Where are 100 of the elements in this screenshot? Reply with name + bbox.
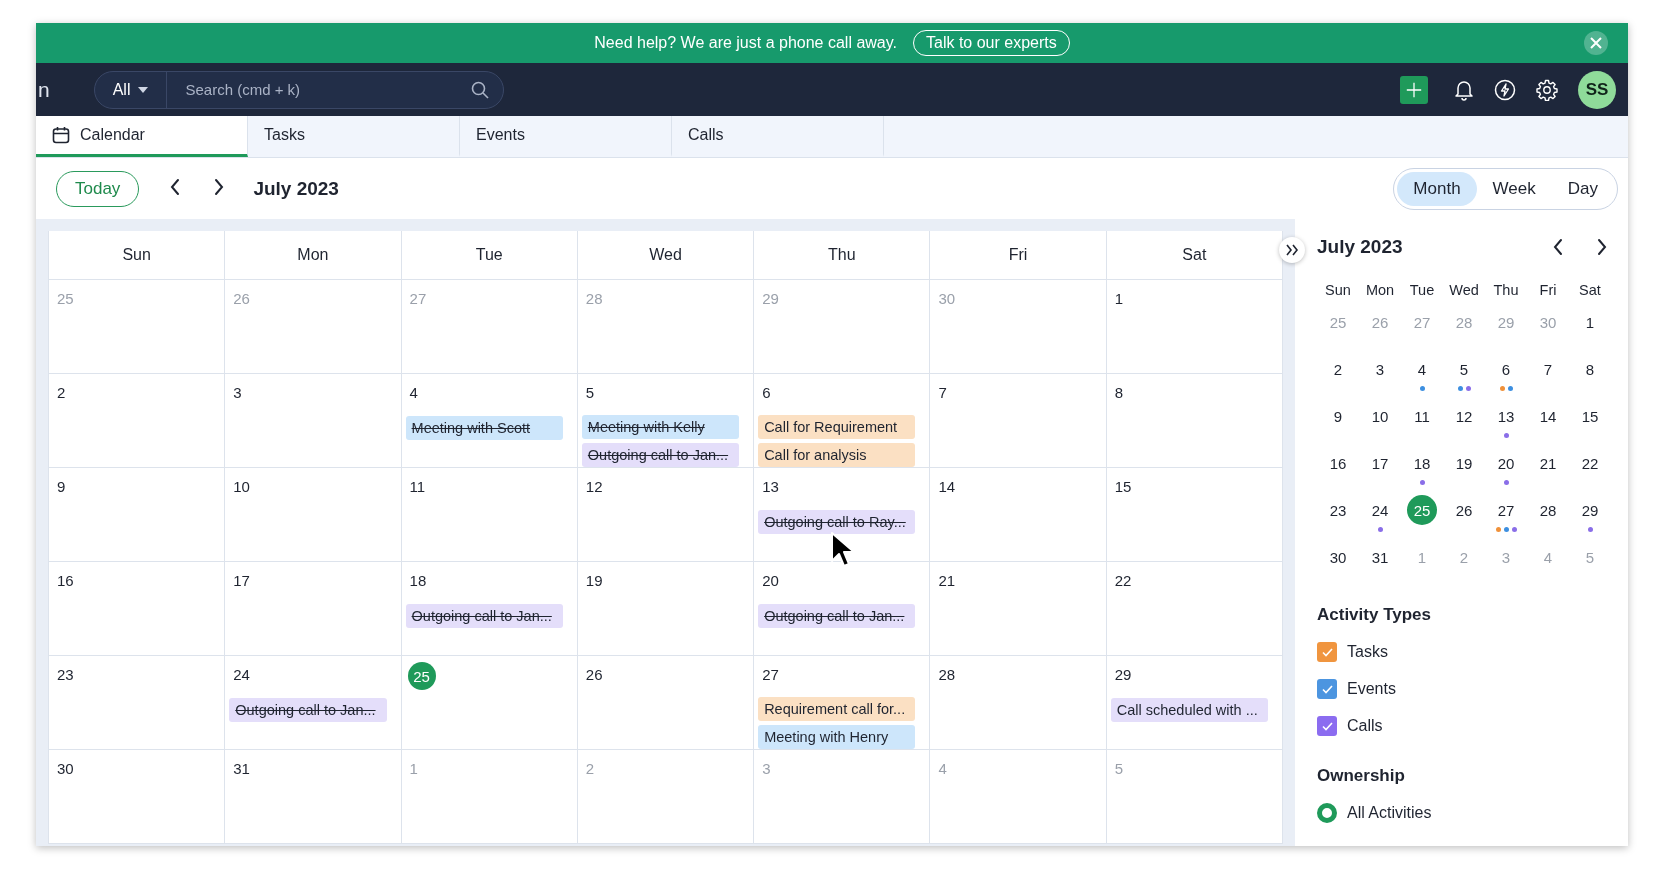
- today-button[interactable]: Today: [56, 170, 140, 207]
- calendar-event[interactable]: Meeting with Scott: [405, 416, 563, 440]
- mini-day[interactable]: 11: [1407, 401, 1437, 431]
- day-number[interactable]: 30: [57, 760, 74, 780]
- day-number[interactable]: 23: [57, 666, 74, 686]
- mini-day[interactable]: 17: [1365, 448, 1395, 478]
- mini-day[interactable]: 7: [1533, 354, 1563, 384]
- day-number[interactable]: 31: [233, 760, 250, 780]
- mini-day[interactable]: 8: [1575, 354, 1605, 384]
- mini-day[interactable]: 1: [1575, 307, 1605, 337]
- day-number[interactable]: 20: [762, 572, 779, 592]
- close-banner-button[interactable]: [1584, 31, 1608, 55]
- mini-day[interactable]: 25: [1407, 495, 1437, 525]
- view-option[interactable]: Day: [1551, 171, 1614, 206]
- day-number[interactable]: 26: [585, 666, 603, 686]
- day-number[interactable]: 16: [57, 572, 74, 592]
- mini-day[interactable]: 18: [1407, 448, 1437, 478]
- day-number[interactable]: 25: [407, 662, 436, 690]
- day-number[interactable]: 3: [233, 384, 242, 404]
- day-number[interactable]: 13: [762, 478, 779, 498]
- mini-day[interactable]: 6: [1491, 354, 1521, 384]
- mini-day[interactable]: 9: [1323, 401, 1353, 431]
- day-number[interactable]: 29: [1114, 666, 1132, 686]
- day-number[interactable]: 18: [409, 572, 427, 592]
- mini-day[interactable]: 31: [1365, 542, 1395, 572]
- checkbox[interactable]: [1317, 716, 1337, 736]
- day-number[interactable]: 1: [1114, 290, 1124, 310]
- mini-day[interactable]: 12: [1449, 401, 1479, 431]
- add-button[interactable]: [1400, 75, 1428, 104]
- mini-day[interactable]: 14: [1533, 401, 1563, 431]
- logo-text: n: [38, 77, 50, 102]
- day-number[interactable]: 28: [938, 666, 956, 686]
- day-number[interactable]: 12: [585, 478, 603, 498]
- day-number[interactable]: 15: [1114, 478, 1132, 498]
- day-number[interactable]: 4: [409, 384, 418, 404]
- settings-icon: [1536, 78, 1558, 101]
- mini-day[interactable]: 22: [1575, 448, 1605, 478]
- search-icon[interactable]: [470, 80, 489, 99]
- tab[interactable]: Calls: [672, 116, 884, 157]
- radio-button[interactable]: [1317, 803, 1337, 823]
- mini-day[interactable]: 23: [1323, 495, 1353, 525]
- calendar-event[interactable]: Requirement call for...: [758, 697, 916, 721]
- calendar-event[interactable]: Outgoing call to Jan...: [758, 604, 916, 628]
- mini-day[interactable]: 24: [1365, 495, 1395, 525]
- day-number[interactable]: 21: [938, 572, 956, 592]
- calendar-event[interactable]: Outgoing call to Jan...: [581, 443, 740, 467]
- search-bar[interactable]: All Search (cmd + k): [93, 70, 504, 109]
- calendar-event[interactable]: Outgoing call to Jan...: [229, 698, 387, 722]
- mini-day[interactable]: 5: [1449, 354, 1479, 384]
- mini-day[interactable]: 27: [1491, 495, 1521, 525]
- tab[interactable]: Calendar: [36, 116, 248, 157]
- checkbox[interactable]: [1317, 642, 1337, 662]
- user-avatar[interactable]: SS: [1578, 70, 1616, 109]
- calendar-event[interactable]: Call scheduled with ...: [1110, 698, 1268, 722]
- mini-day[interactable]: 13: [1491, 401, 1521, 431]
- calendar-event[interactable]: Call for analysis: [758, 443, 916, 467]
- view-option[interactable]: Week: [1476, 171, 1552, 206]
- weekday-label: Sat: [1578, 281, 1602, 300]
- settings-button[interactable]: [1536, 78, 1558, 101]
- mini-day[interactable]: 30: [1323, 542, 1353, 572]
- day-number[interactable]: 7: [938, 384, 947, 404]
- activity-button[interactable]: [1494, 78, 1516, 101]
- mini-day[interactable]: 10: [1365, 401, 1395, 431]
- search-field[interactable]: Search (cmd + k): [183, 80, 471, 99]
- mini-day[interactable]: 29: [1575, 495, 1605, 525]
- checkbox[interactable]: [1317, 679, 1337, 699]
- calendar-event[interactable]: Outgoing call to Ray...: [758, 510, 916, 534]
- mini-day[interactable]: 26: [1449, 495, 1479, 525]
- mini-day[interactable]: 28: [1533, 495, 1563, 525]
- mini-day[interactable]: 21: [1533, 448, 1563, 478]
- notifications-button[interactable]: [1454, 78, 1474, 101]
- day-number[interactable]: 14: [938, 478, 956, 498]
- day-number[interactable]: 11: [409, 478, 426, 498]
- mini-day[interactable]: 16: [1323, 448, 1353, 478]
- scope-dropdown[interactable]: All: [94, 71, 168, 108]
- mini-day[interactable]: 19: [1449, 448, 1479, 478]
- mini-day[interactable]: 15: [1575, 401, 1605, 431]
- day-number[interactable]: 5: [585, 384, 595, 403]
- tab[interactable]: Events: [460, 116, 672, 157]
- mini-day[interactable]: 20: [1491, 448, 1521, 478]
- day-number[interactable]: 27: [762, 666, 779, 685]
- calendar-event[interactable]: Call for Requirement: [758, 415, 916, 439]
- day-number[interactable]: 8: [1114, 384, 1124, 404]
- view-option[interactable]: Month: [1397, 171, 1477, 206]
- mini-day[interactable]: 3: [1365, 354, 1395, 384]
- calendar-event[interactable]: Outgoing call to Jan...: [405, 604, 563, 628]
- calendar-event[interactable]: Meeting with Kelly: [581, 415, 740, 439]
- day-number[interactable]: 17: [233, 572, 250, 592]
- weekday-header: Tue: [401, 231, 578, 280]
- tab[interactable]: Tasks: [248, 116, 460, 157]
- day-number[interactable]: 22: [1114, 572, 1132, 592]
- day-number[interactable]: 9: [57, 478, 66, 498]
- day-number[interactable]: 10: [233, 478, 250, 498]
- calendar-event[interactable]: Meeting with Henry: [758, 725, 916, 749]
- day-number[interactable]: 24: [233, 666, 250, 686]
- mini-day[interactable]: 4: [1407, 354, 1437, 384]
- day-number[interactable]: 2: [57, 384, 66, 404]
- day-number[interactable]: 19: [585, 572, 603, 592]
- day-number[interactable]: 6: [762, 384, 771, 403]
- mini-day[interactable]: 2: [1323, 354, 1353, 384]
